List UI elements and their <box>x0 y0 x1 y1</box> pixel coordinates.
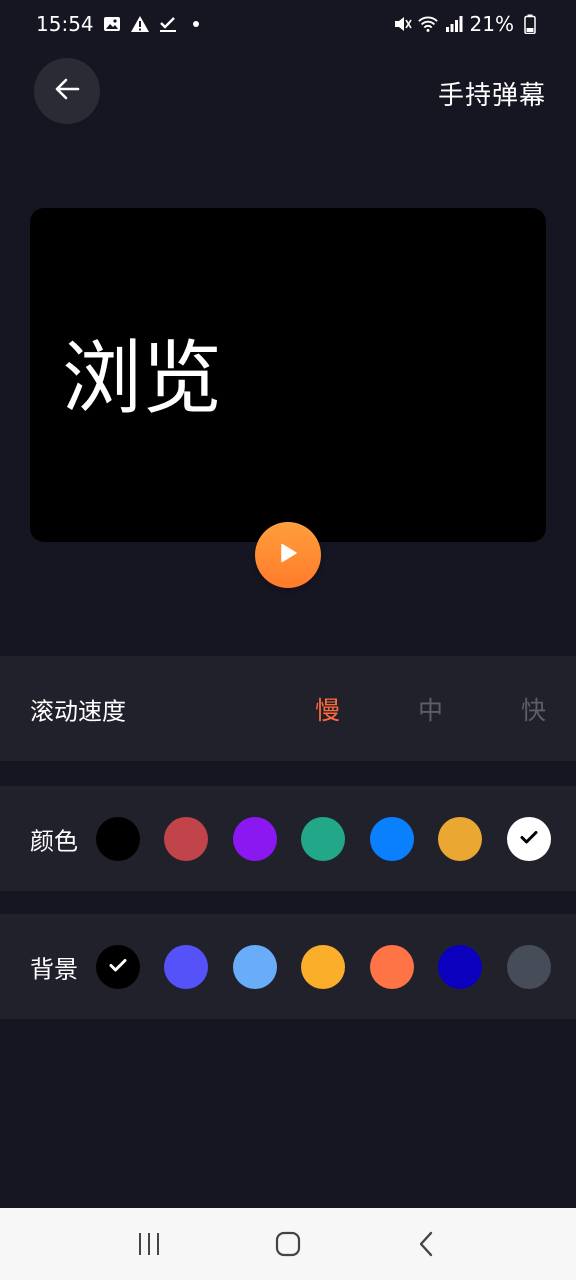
warning-icon <box>130 14 150 34</box>
speed-label: 滚动速度 <box>30 697 126 725</box>
danmaku-preview: 浏览 <box>30 208 546 542</box>
background-color-row: 背景 <box>0 914 576 1019</box>
background-swatch-6[interactable] <box>438 944 482 989</box>
back-button[interactable] <box>34 58 100 124</box>
arrow-left-icon <box>52 74 82 108</box>
text-color-swatch-5[interactable] <box>370 816 414 861</box>
check-icon <box>158 14 178 34</box>
text-color-swatch-7[interactable] <box>507 816 551 861</box>
dot-icon <box>186 14 206 34</box>
play-button[interactable] <box>255 522 321 588</box>
status-time: 15:54 <box>36 12 94 36</box>
speed-row: 滚动速度 慢 中 快 <box>0 656 576 761</box>
gallery-icon <box>102 14 122 34</box>
speed-option-fast[interactable]: 快 <box>521 691 546 727</box>
speed-option-slow[interactable]: 慢 <box>315 691 340 727</box>
checkmark-icon <box>107 954 129 980</box>
text-color-label: 颜色 <box>30 827 78 855</box>
background-swatch-1[interactable] <box>96 944 140 989</box>
wifi-icon <box>417 14 438 34</box>
header-bar: 手持弹幕 <box>0 56 576 128</box>
battery-icon <box>520 14 540 34</box>
battery-percent: 21% <box>469 12 514 36</box>
speed-option-medium[interactable]: 中 <box>418 691 443 727</box>
play-icon <box>276 541 300 569</box>
status-bar: 15:54 21% <box>0 0 576 48</box>
background-swatch-7[interactable] <box>507 944 551 989</box>
preview-text: 浏览 <box>62 332 222 425</box>
page-title: 手持弹幕 <box>437 81 546 111</box>
home-icon[interactable] <box>258 1214 318 1274</box>
background-swatch-3[interactable] <box>233 944 277 989</box>
checkmark-icon <box>518 826 540 852</box>
signal-icon <box>444 14 464 34</box>
text-color-swatch-1[interactable] <box>96 816 140 861</box>
mute-icon <box>392 14 412 34</box>
background-swatch-4[interactable] <box>301 944 345 989</box>
back-nav-icon[interactable] <box>397 1214 457 1274</box>
background-swatch-5[interactable] <box>370 944 414 989</box>
system-nav-bar <box>0 1208 576 1280</box>
text-color-swatch-4[interactable] <box>301 816 345 861</box>
text-color-swatch-2[interactable] <box>164 816 208 861</box>
recent-apps-icon[interactable] <box>119 1214 179 1274</box>
background-swatch-2[interactable] <box>164 944 208 989</box>
text-color-row: 颜色 <box>0 786 576 891</box>
background-label: 背景 <box>30 955 78 983</box>
text-color-swatch-6[interactable] <box>438 816 482 861</box>
text-color-swatch-3[interactable] <box>233 816 277 861</box>
